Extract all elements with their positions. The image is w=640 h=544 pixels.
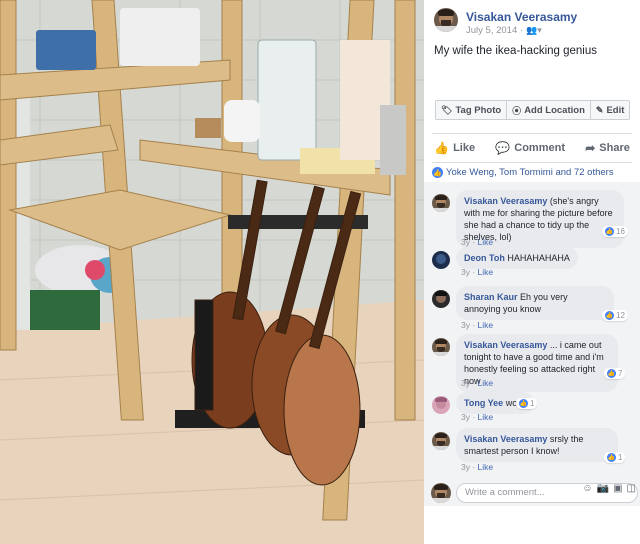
like-reaction-icon: 👍	[607, 453, 616, 462]
commenter-avatar[interactable]	[432, 194, 450, 212]
pencil-icon: ✎	[595, 104, 604, 115]
comment-text: HAHAHAHAHA	[507, 253, 570, 263]
comment-like-count[interactable]: 👍 16	[602, 226, 628, 237]
comment-like-link[interactable]: Like	[478, 412, 494, 422]
edit-label: Edit	[606, 104, 625, 116]
author-name[interactable]: Visakan Veerasamy	[466, 10, 577, 24]
comment-like-count[interactable]: 👍 12	[602, 310, 628, 321]
comment-like-link[interactable]: Like	[478, 462, 494, 472]
commenter-name[interactable]: Sharan Kaur	[464, 292, 518, 302]
commenter-avatar[interactable]	[432, 338, 450, 356]
comment-meta: 3y · Like	[461, 320, 494, 330]
like-reaction-icon: 👍	[607, 369, 616, 378]
comment-like-count[interactable]: 👍 1	[604, 452, 626, 463]
reactions-summary[interactable]: 👍 Yoke Weng, Tom Tormimi and 72 others	[432, 167, 614, 178]
post-caption: My wife the ikea-hacking genius	[434, 45, 597, 57]
comment-bubble: Visakan Veerasamy srsly the smartest per…	[456, 428, 618, 462]
reactions-text[interactable]: Yoke Weng, Tom Tormimi and 72 others	[446, 167, 614, 178]
post-header: Visakan Veerasamy July 5, 2014 · 👥▾	[434, 8, 634, 36]
commenter-avatar[interactable]	[432, 432, 450, 450]
like-reaction-icon: 👍	[605, 311, 614, 320]
comment: Visakan Veerasamy (she's angry with me f…	[424, 190, 640, 248]
comment: Tong Yee wow. 👍 1 3y · Like	[424, 392, 640, 422]
comment-like-link[interactable]: Like	[478, 320, 494, 330]
sticker-icon[interactable]: ◫	[627, 483, 636, 494]
author-avatar[interactable]	[434, 8, 458, 32]
post-actions: 👍 Like 💬 Comment ➦ Share	[424, 138, 640, 158]
comment-like-link[interactable]: Like	[478, 237, 494, 247]
tag-photo-label: Tag Photo	[455, 104, 502, 116]
commenter-name[interactable]: Visakan Veerasamy	[464, 196, 547, 206]
emoji-icon[interactable]: ☺	[582, 483, 592, 494]
comment: Sharan Kaur Eh you very annoying you kno…	[424, 286, 640, 331]
like-count: 7	[618, 369, 623, 378]
like-count: 1	[618, 453, 623, 462]
comment-time[interactable]: 3y	[461, 378, 470, 388]
commenter-name[interactable]: Tong Yee	[464, 398, 503, 408]
comment-time[interactable]: 3y	[461, 320, 470, 330]
camera-icon[interactable]: 📷	[597, 483, 609, 494]
comment: Visakan Veerasamy ... i came out tonight…	[424, 334, 640, 392]
like-reaction-icon: 👍	[432, 167, 443, 178]
gif-icon[interactable]: ▣	[613, 483, 622, 494]
comment-meta: 3y · Like	[461, 267, 494, 277]
commenter-avatar[interactable]	[432, 290, 450, 308]
like-reaction-icon: 👍	[519, 399, 528, 408]
post-date[interactable]: July 5, 2014 · 👥▾	[466, 25, 542, 36]
comment-meta: 3y · Like	[461, 412, 494, 422]
tag-icon: 🏷	[441, 104, 453, 115]
comment-like-count[interactable]: 👍 7	[604, 368, 626, 379]
share-button[interactable]: ➦ Share	[585, 141, 630, 155]
add-location-button[interactable]: ⦿ Add Location	[507, 101, 591, 119]
comment: Deon Toh HAHAHAHAHA 3y · Like	[424, 247, 640, 277]
post-photo[interactable]	[0, 0, 424, 544]
photo-toolbar: 🏷 Tag Photo ⦿ Add Location ✎ Edit	[435, 100, 631, 120]
comment-time[interactable]: 3y	[461, 412, 470, 422]
comment-meta: 3y · Like	[461, 237, 494, 247]
comments-list: Visakan Veerasamy (she's angry with me f…	[424, 182, 640, 480]
comment-time[interactable]: 3y	[461, 267, 470, 277]
divider	[432, 133, 632, 134]
location-pin-icon: ⦿	[512, 105, 522, 116]
comment-bubble: Deon Toh HAHAHAHAHA	[456, 247, 578, 269]
commenter-name[interactable]: Visakan Veerasamy	[464, 434, 547, 444]
divider	[432, 162, 632, 163]
comment-button[interactable]: 💬 Comment	[495, 141, 565, 155]
comment: Visakan Veerasamy srsly the smartest per…	[424, 428, 640, 472]
share-arrow-icon: ➦	[585, 141, 596, 155]
like-reaction-icon: 👍	[605, 227, 614, 236]
comment-label: Comment	[514, 142, 565, 154]
like-count: 16	[616, 227, 625, 236]
commenter-name[interactable]: Visakan Veerasamy	[464, 340, 547, 350]
like-count: 1	[530, 399, 535, 408]
friends-icon[interactable]: 👥▾	[526, 25, 542, 36]
tag-photo-button[interactable]: 🏷 Tag Photo	[436, 101, 508, 119]
comment-meta: 3y · Like	[461, 462, 494, 472]
like-count: 12	[616, 311, 625, 320]
comment-like-count[interactable]: 👍 1	[516, 398, 538, 409]
add-location-label: Add Location	[524, 104, 585, 116]
sidebar-footer	[424, 506, 640, 544]
comment-time[interactable]: 3y	[461, 462, 470, 472]
comment-composer: Write a comment... ☺ 📷 ▣ ◫	[424, 480, 640, 506]
post-sidebar: Visakan Veerasamy July 5, 2014 · 👥▾ My wi…	[424, 0, 640, 544]
shelf-guitars-photo	[0, 0, 424, 544]
like-label: Like	[453, 142, 476, 154]
commenter-name[interactable]: Deon Toh	[464, 253, 505, 263]
thumbs-up-icon: 👍	[434, 141, 450, 155]
comment-time[interactable]: 3y	[461, 237, 470, 247]
comment-bubble: Sharan Kaur Eh you very annoying you kno…	[456, 286, 614, 320]
comment-like-link[interactable]: Like	[478, 267, 494, 277]
commenter-avatar[interactable]	[432, 396, 450, 414]
comment-like-link[interactable]: Like	[478, 378, 494, 388]
comment-meta: 3y · Like	[461, 378, 494, 388]
like-button[interactable]: 👍 Like	[434, 141, 475, 155]
my-avatar	[431, 483, 451, 503]
commenter-avatar[interactable]	[432, 251, 450, 269]
post-date-text[interactable]: July 5, 2014 ·	[466, 25, 523, 36]
share-label: Share	[599, 142, 630, 154]
speech-bubble-icon: 💬	[495, 141, 511, 155]
composer-icons: ☺ 📷 ▣ ◫	[582, 483, 636, 494]
edit-button[interactable]: ✎ Edit	[591, 101, 630, 119]
